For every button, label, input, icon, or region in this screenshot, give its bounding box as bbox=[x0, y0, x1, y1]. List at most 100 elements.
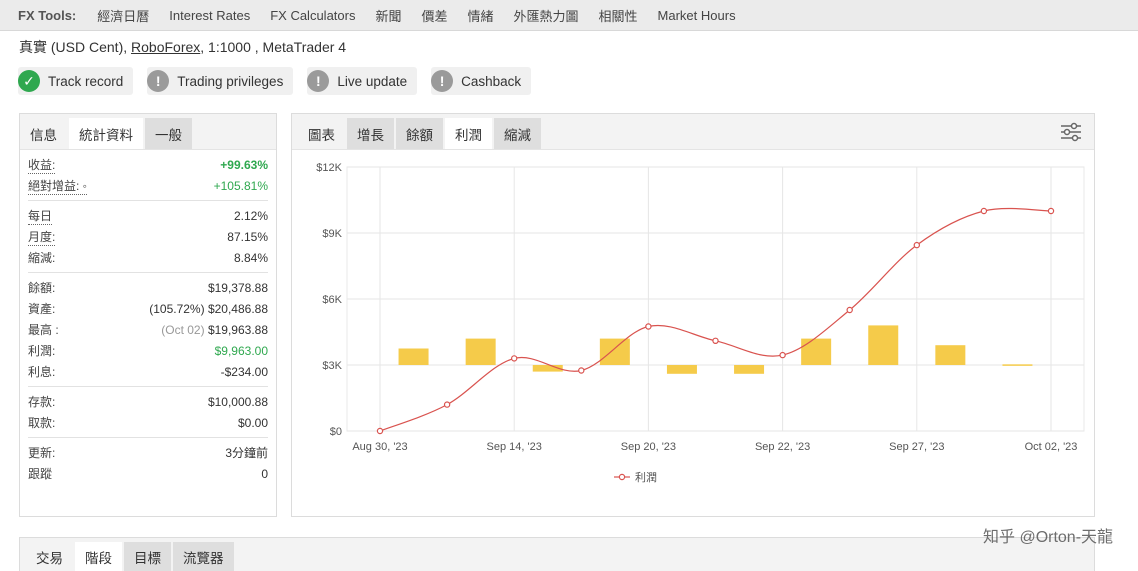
profit-point bbox=[846, 306, 853, 314]
chart-bar bbox=[935, 345, 966, 365]
nav-item-economic-calendar[interactable]: 經濟日曆 bbox=[97, 6, 149, 25]
chart-bar bbox=[801, 338, 832, 365]
stat-row-balance: 餘額: $19,378.88 bbox=[28, 277, 268, 298]
stat-value: 2.12% bbox=[233, 208, 268, 223]
tab-info[interactable]: 信息 bbox=[20, 118, 67, 149]
badge-cashback[interactable]: ! Cashback bbox=[431, 67, 532, 95]
nav-item-spreads[interactable]: 價差 bbox=[421, 6, 447, 25]
chart-tabs: 圖表 增長 餘額 利潤 縮減 bbox=[292, 114, 1094, 150]
legend-label: 利潤 bbox=[635, 471, 657, 484]
badge-label: Trading privileges bbox=[177, 73, 284, 89]
stat-row-equity: 資產: (105.72%) $20,486.88 bbox=[28, 298, 268, 319]
filter-settings-icon[interactable] bbox=[1060, 122, 1082, 142]
equity-amount: $20,486.88 bbox=[207, 301, 268, 316]
badge-trading-privileges[interactable]: ! Trading privileges bbox=[147, 67, 294, 95]
stat-row-daily: 每日 2.12% bbox=[28, 205, 268, 226]
exclamation-icon: ! bbox=[147, 70, 170, 92]
chart-bar bbox=[734, 365, 765, 374]
stat-row-absolute-gain: 絕對增益: ◦ +105.81% bbox=[28, 175, 268, 196]
stat-value: $0.00 bbox=[237, 415, 268, 430]
chart-bar bbox=[666, 365, 697, 374]
stats-group-funds: 存款: $10,000.88 取款: $0.00 bbox=[28, 387, 268, 438]
badge-label: Cashback bbox=[461, 73, 522, 89]
tab-profit[interactable]: 利潤 bbox=[445, 118, 492, 149]
stat-value: 87.15% bbox=[227, 229, 268, 244]
profit-point bbox=[645, 323, 652, 330]
profit-point bbox=[712, 337, 719, 344]
tab-growth[interactable]: 增長 bbox=[347, 118, 394, 149]
stat-row-updated: 更新: 3分鐘前 bbox=[28, 442, 268, 463]
stat-label: 更新: bbox=[28, 446, 56, 460]
chart-bar bbox=[599, 338, 630, 365]
x-tick-label: Aug 30, '23 bbox=[352, 441, 407, 453]
stats-group-meta: 更新: 3分鐘前 跟蹤 0 bbox=[28, 438, 268, 488]
tools-nav-bar: FX Tools: 經濟日曆 Interest Rates FX Calcula… bbox=[0, 0, 1138, 31]
stat-value: $10,000.88 bbox=[207, 394, 268, 409]
account-leverage: , 1:1000 , MetaTrader 4 bbox=[200, 39, 347, 55]
badge-label: Track record bbox=[48, 73, 124, 89]
stat-label: 絕對增益: ◦ bbox=[28, 178, 87, 195]
x-tick-label: Sep 22, '23 bbox=[755, 441, 810, 453]
broker-link[interactable]: RoboForex bbox=[131, 39, 200, 55]
stat-value: (Oct 02) $19,963.88 bbox=[161, 323, 268, 337]
y-tick-label: $0 bbox=[330, 426, 342, 438]
y-tick-label: $12K bbox=[316, 162, 342, 174]
nav-item-heatmap[interactable]: 外匯熱力圖 bbox=[514, 6, 579, 25]
stat-label: 餘額: bbox=[28, 281, 56, 295]
stat-label: 每日 bbox=[28, 208, 53, 225]
stats-tabs: 信息 統計資料 一般 bbox=[20, 114, 276, 150]
profit-point bbox=[376, 427, 384, 435]
stat-row-withdrawals: 取款: $0.00 bbox=[28, 412, 268, 433]
chart-bar bbox=[1002, 364, 1033, 366]
x-tick-label: Oct 02, '23 bbox=[1025, 441, 1078, 453]
stat-value: 8.84% bbox=[233, 250, 268, 265]
tab-general[interactable]: 一般 bbox=[145, 118, 192, 149]
profit-point bbox=[913, 241, 921, 249]
x-tick-label: Sep 14, '23 bbox=[487, 441, 542, 453]
watermark: 知乎 @Orton-天龍 bbox=[983, 529, 1114, 546]
nav-item-market-hours[interactable]: Market Hours bbox=[658, 8, 736, 23]
tab-periods[interactable]: 階段 bbox=[75, 542, 122, 571]
stats-group-rates: 每日 2.12% 月度: 87.15% 縮減: 8.84% bbox=[28, 201, 268, 273]
profit-point bbox=[1047, 207, 1055, 215]
chart-bar bbox=[465, 338, 496, 365]
stat-row-drawdown: 縮減: 8.84% bbox=[28, 247, 268, 268]
x-tick-label: Sep 20, '23 bbox=[621, 441, 676, 453]
main-content: 真實 (USD Cent), RoboForex, 1:1000 , MetaT… bbox=[0, 31, 1138, 571]
stats-group-balance: 餘額: $19,378.88 資產: (105.72%) $20,486.88 … bbox=[28, 273, 268, 387]
nav-item-news[interactable]: 新聞 bbox=[375, 6, 401, 25]
stat-value: +99.63% bbox=[220, 157, 268, 172]
nav-item-interest-rates[interactable]: Interest Rates bbox=[169, 8, 250, 23]
stat-value: $9,963.00 bbox=[214, 343, 268, 358]
profit-point bbox=[578, 367, 585, 374]
badge-live-update[interactable]: ! Live update bbox=[307, 67, 418, 95]
stat-row-gain: 收益: +99.63% bbox=[28, 154, 268, 175]
chart-bar bbox=[868, 325, 899, 365]
stat-value: 3分鐘前 bbox=[225, 446, 268, 460]
account-info: 真實 (USD Cent), RoboForex, 1:1000 , MetaT… bbox=[19, 37, 346, 57]
tab-browser[interactable]: 流覽器 bbox=[173, 542, 234, 571]
verification-badges: ✓ Track record ! Trading privileges ! Li… bbox=[18, 67, 545, 95]
exclamation-icon: ! bbox=[431, 70, 454, 92]
check-icon: ✓ bbox=[18, 70, 40, 92]
bottom-panel: 交易 階段 目標 流覽器 bbox=[19, 537, 1095, 571]
profit-chart: $0 $3K $6K $9K $12K Aug 30, '23 Sep 14, '23 Sep… bbox=[316, 162, 1085, 484]
nav-item-fx-calculators[interactable]: FX Calculators bbox=[270, 8, 355, 23]
highest-date: (Oct 02) bbox=[161, 322, 205, 337]
x-tick-label: Sep 27, '23 bbox=[889, 441, 944, 453]
tab-drawdown[interactable]: 縮減 bbox=[494, 118, 541, 149]
badge-track-record[interactable]: ✓ Track record bbox=[18, 67, 134, 95]
tab-goals[interactable]: 目標 bbox=[124, 542, 171, 571]
tab-trades[interactable]: 交易 bbox=[26, 542, 73, 571]
nav-item-sentiment[interactable]: 情緒 bbox=[468, 6, 494, 25]
stat-label: 最高 : bbox=[28, 323, 59, 337]
tab-balance[interactable]: 餘額 bbox=[396, 118, 443, 149]
profit-point bbox=[443, 401, 451, 408]
stat-value: $19,378.88 bbox=[207, 280, 268, 295]
stat-label: 利息: bbox=[28, 365, 56, 379]
nav-item-correlation[interactable]: 相關性 bbox=[599, 6, 638, 25]
tab-chart[interactable]: 圖表 bbox=[298, 118, 345, 149]
stats-panel: 信息 統計資料 一般 收益: +99.63% 絕對增益: ◦ +105.81% … bbox=[19, 113, 277, 517]
tab-statistics[interactable]: 統計資料 bbox=[69, 118, 143, 149]
profit-point bbox=[779, 351, 786, 359]
